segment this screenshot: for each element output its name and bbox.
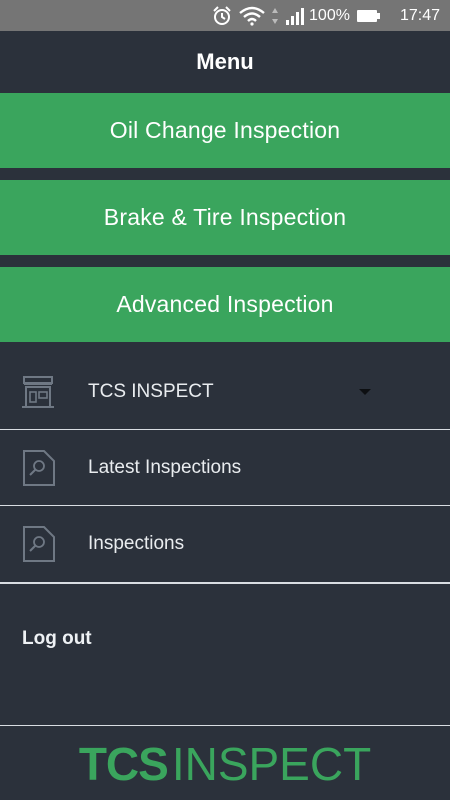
document-search-icon — [0, 525, 88, 563]
chevron-down-icon[interactable] — [358, 383, 372, 401]
menu-item-inspections[interactable]: Inspections — [0, 506, 450, 582]
data-arrows-icon — [271, 6, 279, 26]
brake-tire-inspection-label: Brake & Tire Inspection — [103, 204, 347, 230]
battery-icon — [356, 8, 382, 24]
brake-tire-inspection-button[interactable]: Brake & Tire Inspection — [0, 180, 450, 255]
header: Menu — [0, 31, 450, 93]
page-title: Menu — [196, 49, 254, 74]
menu-item-latest-inspections[interactable]: Latest Inspections — [0, 430, 450, 506]
clock: 17:47 — [399, 6, 440, 24]
logo-light-text: INSPECT — [171, 737, 372, 790]
signal-icon — [285, 6, 307, 26]
storefront-icon — [0, 375, 88, 409]
alarm-icon — [211, 5, 233, 27]
battery-percent: 100% — [309, 6, 350, 24]
menu-item-label: Inspections — [88, 533, 185, 554]
menu-item-label: Latest Inspections — [88, 456, 242, 478]
oil-change-inspection-label: Oil Change Inspection — [109, 117, 341, 143]
tcs-inspect-logo: TCS INSPECT — [79, 741, 371, 787]
logo-bold-text: TCS — [78, 737, 169, 790]
advanced-inspection-button[interactable]: Advanced Inspection — [0, 267, 450, 342]
menu-item-tcs-inspect[interactable]: TCS INSPECT — [0, 354, 450, 430]
oil-change-inspection-button[interactable]: Oil Change Inspection — [0, 93, 450, 168]
advanced-inspection-label: Advanced Inspection — [116, 291, 334, 317]
wifi-icon — [239, 6, 265, 26]
footer: TCS INSPECT — [0, 725, 450, 800]
logout-section: Log out — [0, 582, 450, 725]
document-search-icon — [0, 449, 88, 487]
logout-button[interactable]: Log out — [22, 628, 92, 650]
menu-list: TCS INSPECT Latest Inspections Inspectio… — [0, 354, 450, 582]
status-bar: 100% 17:47 — [0, 0, 450, 31]
menu-item-label: TCS INSPECT — [88, 380, 214, 402]
